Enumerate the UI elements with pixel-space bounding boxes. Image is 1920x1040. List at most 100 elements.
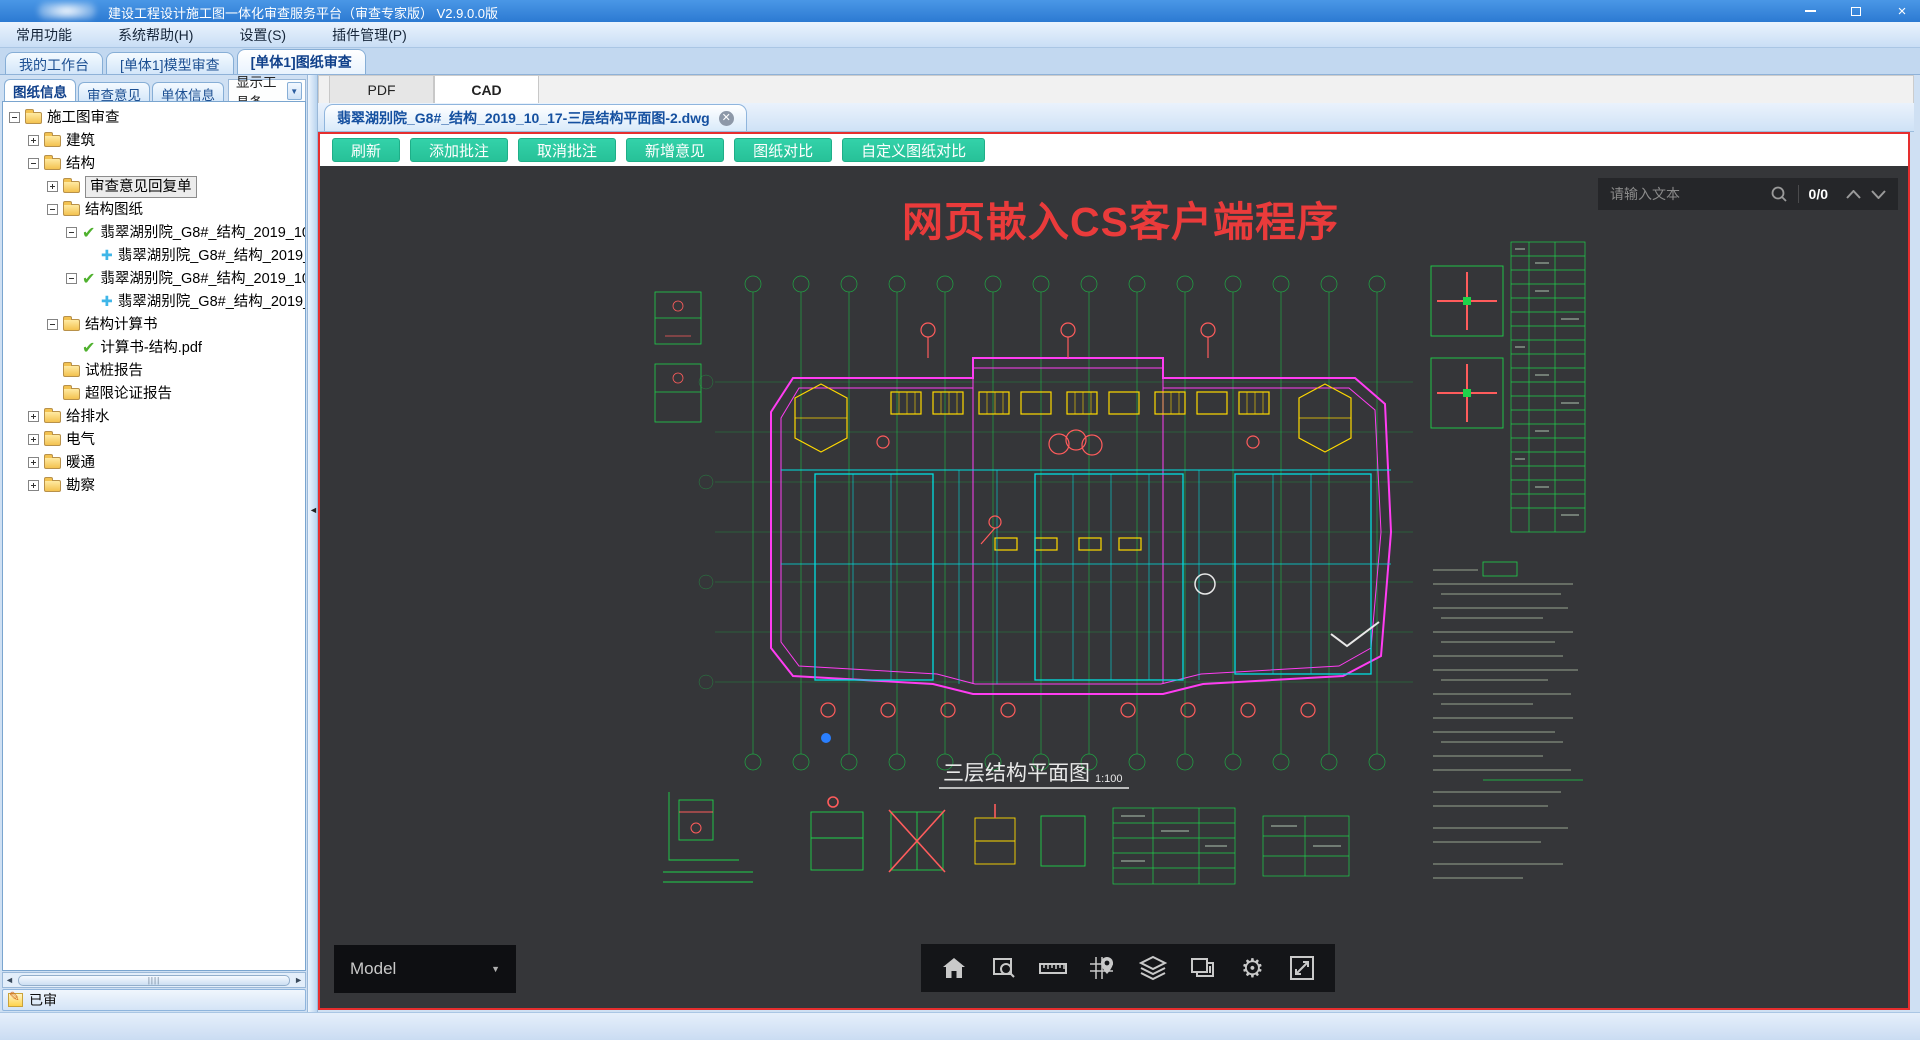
search-next-button[interactable]: [1871, 189, 1886, 199]
node-icon: [63, 362, 80, 377]
home-icon[interactable]: [939, 953, 969, 983]
expander-icon[interactable]: [28, 480, 39, 491]
tree-item-label: 试桩报告: [85, 362, 143, 379]
expander-icon[interactable]: [28, 158, 39, 169]
review-status-bar: 已审: [2, 989, 306, 1011]
expander-icon[interactable]: [66, 273, 77, 284]
close-button[interactable]: ×: [1894, 3, 1910, 19]
tree-item[interactable]: 结构: [3, 152, 305, 175]
scrollbar-thumb[interactable]: ||||: [17, 974, 291, 986]
tree-item-label: 翡翠湖别院_G8#_结构_2019_10_17-: [100, 270, 305, 287]
left-panel-tab[interactable]: 审查意见: [78, 82, 150, 103]
cad-toolbar-button[interactable]: 刷新: [332, 138, 401, 162]
tree-item[interactable]: 翡翠湖别院_G8#_结构_2019_10_17-: [3, 221, 305, 244]
tree-item-label: 结构图纸: [85, 201, 143, 218]
tree-item[interactable]: 勘察: [3, 474, 305, 497]
panel-splitter[interactable]: ◄: [307, 75, 318, 1012]
collapse-panel-icon[interactable]: ◄: [309, 505, 318, 515]
node-icon: [44, 408, 61, 423]
tree-item[interactable]: 审查意见回复单: [3, 175, 305, 198]
expander-icon[interactable]: [28, 457, 39, 468]
toolbar-toggle-dropdown[interactable]: ▼: [286, 82, 302, 100]
expander-icon[interactable]: [28, 411, 39, 422]
settings-gear-icon[interactable]: ⚙: [1237, 953, 1267, 983]
tree-item-label: 计算书-结构.pdf: [100, 339, 202, 356]
left-panel-tab[interactable]: 图纸信息: [4, 79, 76, 102]
expander-icon[interactable]: [28, 135, 39, 146]
workspace-tab[interactable]: 我的工作台: [5, 52, 103, 74]
expander-icon[interactable]: [47, 204, 58, 215]
format-tab[interactable]: PDF: [329, 76, 434, 103]
maximize-button[interactable]: [1848, 3, 1864, 19]
cad-review-panel: 刷新添加批注取消批注新增意见图纸对比自定义图纸对比 网页嵌入CS客户端程序 0/…: [318, 132, 1910, 1010]
tree-item[interactable]: 结构计算书: [3, 313, 305, 336]
tree-item[interactable]: 建筑: [3, 129, 305, 152]
zoom-window-icon[interactable]: [989, 953, 1019, 983]
minimize-button[interactable]: [1802, 3, 1818, 19]
expander-icon[interactable]: [66, 227, 77, 238]
search-icon[interactable]: [1770, 185, 1788, 203]
node-icon: [44, 155, 61, 170]
drawing-tree: 施工图审查 建筑 结构 审查意见回复单 结构图纸 翡翠湖别院_G8#_: [2, 101, 306, 971]
file-tab-label: 翡翠湖别院_G8#_结构_2019_10_17-三层结构平面图-2.dwg: [337, 110, 710, 126]
fullscreen-icon[interactable]: [1287, 953, 1317, 983]
viewports-icon[interactable]: [1188, 953, 1218, 983]
window-status-strip: [0, 1012, 1920, 1040]
tree-item[interactable]: 暖通: [3, 451, 305, 474]
tree-item[interactable]: 翡翠湖别院_G8#_结构_2019_10_1: [3, 290, 305, 313]
menu-item[interactable]: 插件管理(P): [328, 23, 411, 47]
tree-item[interactable]: 翡翠湖别院_G8#_结构_2019_10_1: [3, 244, 305, 267]
scroll-left-icon[interactable]: ◄: [5, 974, 14, 986]
file-tab[interactable]: 翡翠湖别院_G8#_结构_2019_10_17-三层结构平面图-2.dwg ✕: [324, 104, 747, 131]
left-panel-tabs: 图纸信息审查意见单体信息 显示工具条 ▼: [2, 75, 306, 110]
tree-item[interactable]: 结构图纸: [3, 198, 305, 221]
cad-canvas[interactable]: 网页嵌入CS客户端程序 0/0: [320, 166, 1908, 1008]
node-icon: [63, 316, 80, 331]
cad-toolbar-button[interactable]: 添加批注: [410, 138, 509, 162]
search-prev-button[interactable]: [1846, 189, 1861, 199]
menu-item[interactable]: 系统帮助(H): [114, 23, 197, 47]
tree-item[interactable]: 超限论证报告: [3, 382, 305, 405]
layers-icon[interactable]: [1138, 953, 1168, 983]
cad-bottom-toolbar: ⚙: [921, 944, 1335, 992]
node-icon: [44, 431, 61, 446]
minimize-icon: [1804, 10, 1816, 12]
expander-icon[interactable]: [28, 434, 39, 445]
node-icon: [44, 477, 61, 492]
left-panel-tab[interactable]: 单体信息: [152, 82, 224, 103]
scroll-right-icon[interactable]: ►: [294, 974, 303, 986]
close-tab-icon[interactable]: ✕: [718, 110, 734, 126]
cad-search-bar: 0/0: [1598, 178, 1898, 210]
expander-icon[interactable]: [9, 112, 20, 123]
cad-toolbar-button[interactable]: 取消批注: [518, 138, 617, 162]
workspace-tab[interactable]: [单体1]模型审查: [106, 52, 234, 74]
tree-item[interactable]: 翡翠湖别院_G8#_结构_2019_10_17-: [3, 267, 305, 290]
tree-item[interactable]: 给排水: [3, 405, 305, 428]
node-icon: [63, 385, 80, 400]
search-input[interactable]: [1610, 186, 1760, 202]
cad-toolbar-button[interactable]: 自定义图纸对比: [842, 138, 986, 162]
menu-item[interactable]: 常用功能: [12, 23, 76, 47]
expander-icon[interactable]: [47, 319, 58, 330]
format-tab[interactable]: CAD: [434, 76, 539, 103]
menu-item[interactable]: 设置(S): [235, 23, 290, 47]
layout-selector[interactable]: Model ▼: [334, 945, 516, 993]
tree-item[interactable]: 施工图审查: [3, 106, 305, 129]
tree-item-label: 电气: [66, 431, 95, 448]
tree-item-label: 给排水: [66, 408, 110, 425]
tree-item[interactable]: 计算书-结构.pdf: [3, 336, 305, 359]
menu-bar: 常用功能 系统帮助(H) 设置(S) 插件管理(P): [0, 22, 1920, 48]
node-icon: [44, 132, 61, 147]
tree-item[interactable]: 试桩报告: [3, 359, 305, 382]
expander-icon[interactable]: [47, 181, 58, 192]
close-icon: ×: [1897, 2, 1907, 20]
measure-icon[interactable]: [1038, 953, 1068, 983]
cad-toolbar-button[interactable]: 图纸对比: [734, 138, 833, 162]
tree-horizontal-scrollbar[interactable]: ◄ |||| ►: [2, 972, 306, 988]
locate-pin-icon[interactable]: [1088, 953, 1118, 983]
cad-drawing[interactable]: 三层结构平面图 1:100: [643, 232, 1591, 908]
tree-item[interactable]: 电气: [3, 428, 305, 451]
node-icon: [101, 247, 113, 264]
layout-selector-value: Model: [350, 959, 397, 978]
cad-toolbar-button[interactable]: 新增意见: [626, 138, 725, 162]
